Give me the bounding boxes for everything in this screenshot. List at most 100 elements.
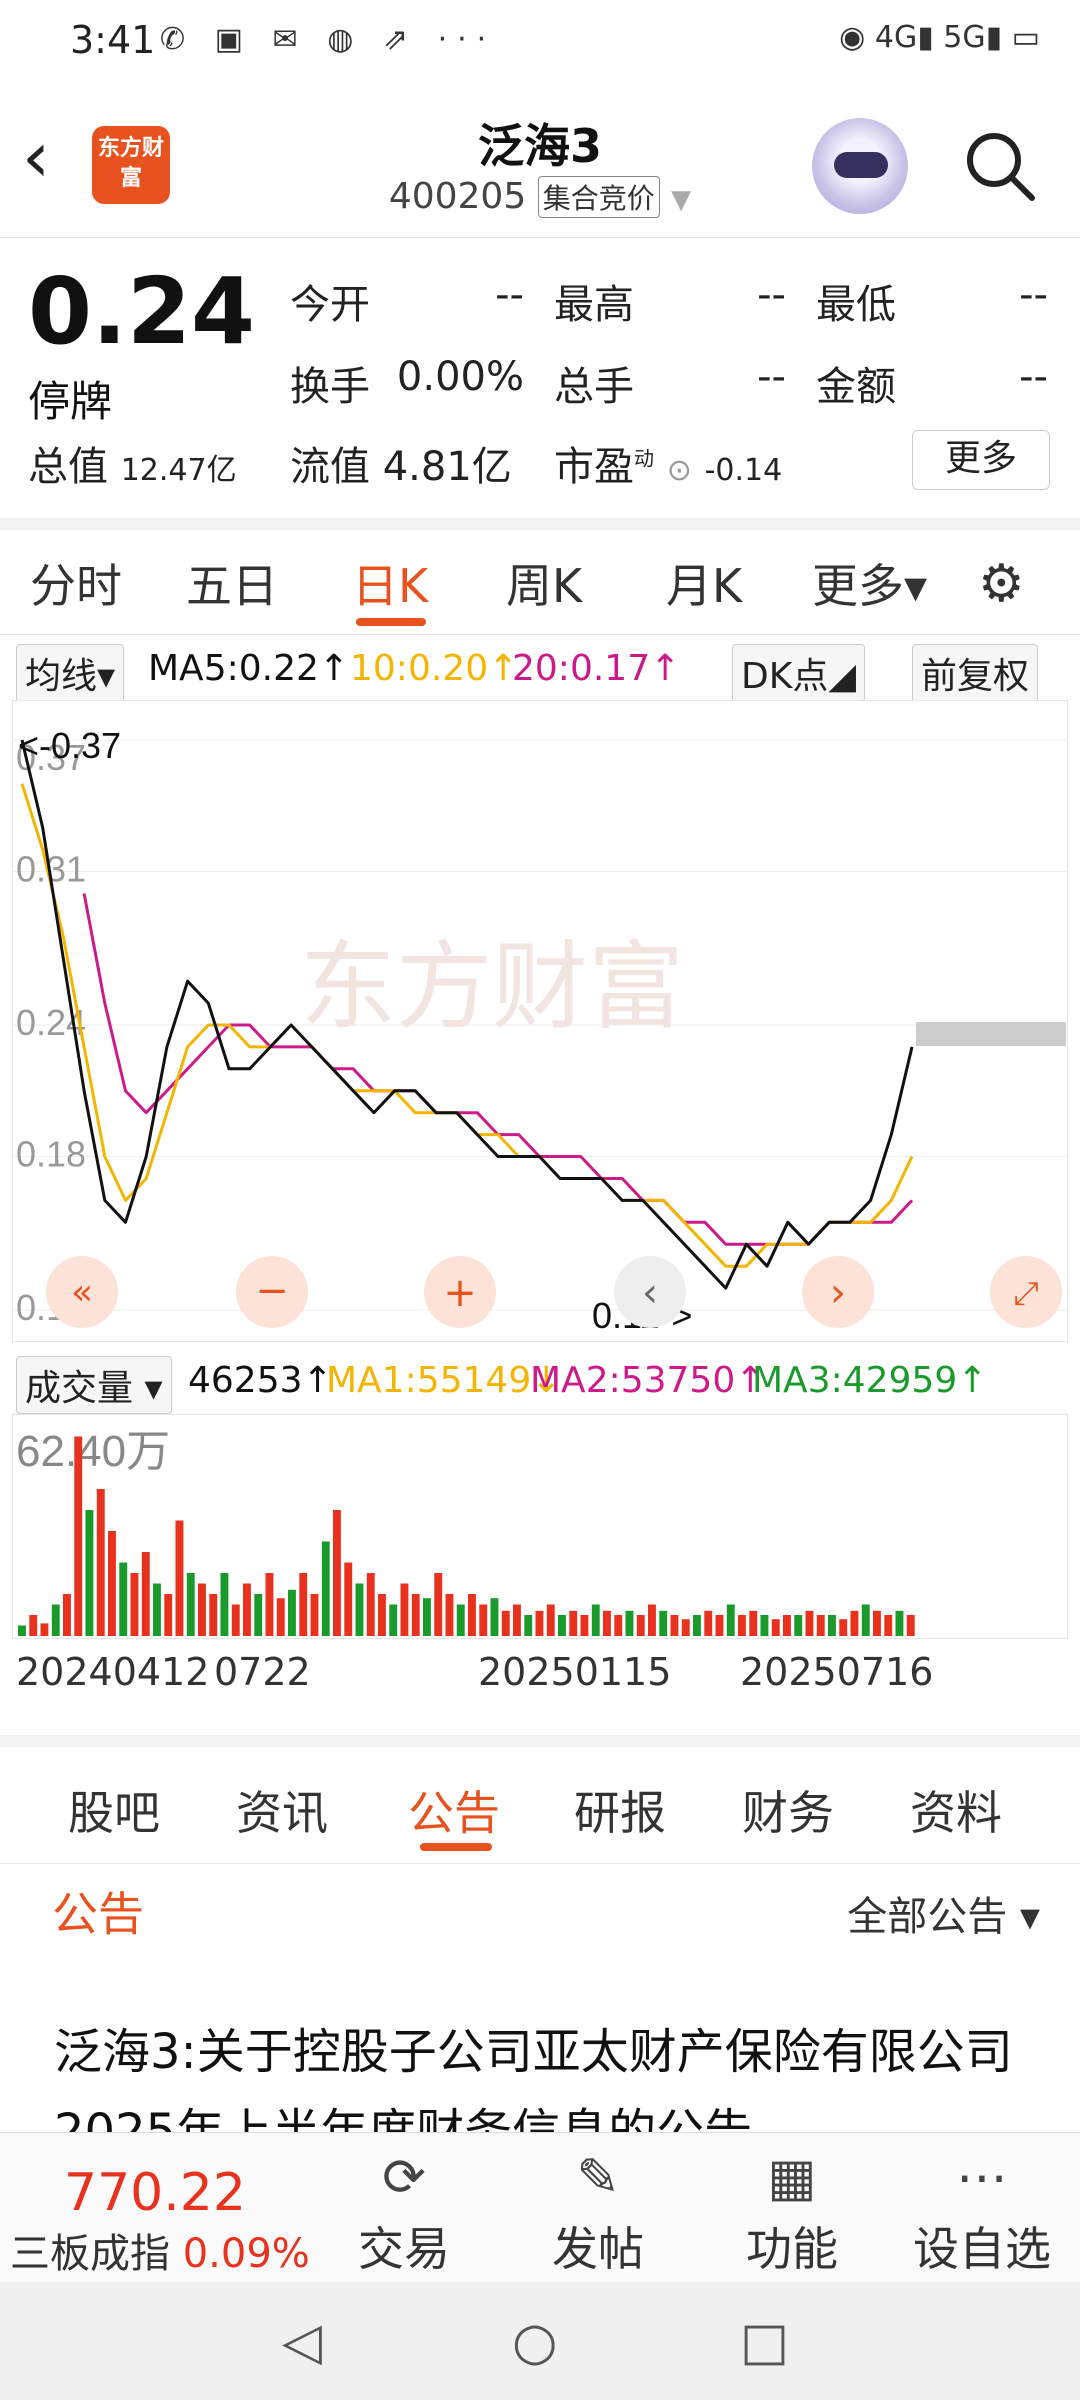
volume-bar xyxy=(805,1610,814,1636)
volume-bar xyxy=(63,1594,71,1636)
turnover-value: 0.00% xyxy=(396,354,524,400)
adjust-button[interactable]: 前复权 xyxy=(912,644,1039,702)
kline-chart[interactable]: 东方财富 0.370.310.240.180.11 <-0.37 0.11-> … xyxy=(12,700,1068,1342)
auction-tag[interactable]: 集合竞价 xyxy=(537,176,660,218)
volume-bar xyxy=(153,1583,161,1636)
tab-daily-k[interactable]: 日K xyxy=(352,550,428,616)
volume-bar xyxy=(220,1573,229,1636)
float-label: 流值 xyxy=(290,444,370,490)
ma-dropdown[interactable]: 均线▾ xyxy=(16,644,125,702)
zoom-in-button[interactable]: + xyxy=(424,1256,496,1328)
volume-bar xyxy=(906,1615,915,1636)
stock-header: ‹ 东方财富 泛海3 400205 集合竞价 ▼ xyxy=(0,92,1080,238)
volume-bar xyxy=(479,1604,488,1636)
volume-bar xyxy=(186,1573,195,1636)
pe-label: 市盈 xyxy=(554,444,634,490)
dk-point-button[interactable]: DK点◢ xyxy=(732,644,866,702)
tab-news[interactable]: 资讯 xyxy=(236,1777,328,1843)
tab-monthly-k[interactable]: 月K xyxy=(666,550,742,616)
volume-bar xyxy=(513,1604,521,1636)
index-change: 0.09% xyxy=(182,2231,310,2277)
scroll-left-button[interactable]: « xyxy=(46,1256,118,1328)
stock-code-line: 400205 集合竞价 ▼ xyxy=(0,176,1080,218)
volume-bar xyxy=(524,1615,533,1636)
volume-bar xyxy=(276,1598,285,1636)
tab-five-day[interactable]: 五日 xyxy=(186,550,278,616)
index-name: 三板成指 xyxy=(10,2231,170,2277)
prev-button[interactable]: ‹ xyxy=(614,1256,686,1328)
quote-panel: 0.24 停牌 今开 -- 最高 -- 最低 -- 换手 0.00% 总手 --… xyxy=(0,238,1080,530)
tab-announcements[interactable]: 公告 xyxy=(408,1777,500,1843)
index-line[interactable]: 三板成指 0.09% xyxy=(10,2221,310,2279)
low-label: 最低 xyxy=(816,282,896,328)
max-price-label: <-0.37 xyxy=(18,725,121,766)
trade-button[interactable]: ⟳ 交易 xyxy=(334,2143,474,2279)
trading-status: 停牌 xyxy=(28,377,113,426)
fullscreen-icon[interactable]: ⤢ xyxy=(990,1256,1062,1328)
volume-bar xyxy=(40,1623,49,1636)
volume-bar xyxy=(434,1573,443,1636)
volume-bar xyxy=(141,1552,150,1636)
announcement-filter[interactable]: 全部公告 ▾ xyxy=(847,1884,1040,1942)
volume-bar xyxy=(659,1610,668,1636)
volume-bar xyxy=(591,1604,600,1636)
volume-bar xyxy=(704,1610,713,1636)
add-watchlist-button[interactable]: ⋯ 设自选 xyxy=(912,2143,1052,2279)
bottom-toolbar: 770.22 三板成指 0.09% ⟳ 交易 ✎ 发帖 ▦ 功能 ⋯ 设自选 xyxy=(0,2132,1080,2283)
high-label: 最高 xyxy=(554,282,634,328)
index-value[interactable]: 770.22 xyxy=(64,2163,246,2223)
zoom-out-button[interactable]: − xyxy=(236,1256,308,1328)
tab-weekly-k[interactable]: 周K xyxy=(506,550,582,616)
volume-bar xyxy=(546,1604,555,1636)
post-button[interactable]: ✎ 发帖 xyxy=(528,2143,668,2279)
grid-icon: ▦ xyxy=(767,2148,817,2208)
vol-ma1: MA1:55149↓ xyxy=(326,1360,562,1401)
mcap-value: 12.47亿 xyxy=(120,453,237,488)
y-tick-label: 0.18 xyxy=(16,1134,86,1175)
volume-value: -- xyxy=(757,354,786,400)
nav-home-icon[interactable]: ○ xyxy=(512,2312,557,2372)
tab-forum[interactable]: 股吧 xyxy=(68,1777,160,1843)
volume-bar xyxy=(423,1598,431,1636)
date-tick: 20250115 xyxy=(478,1650,672,1694)
volume-bar xyxy=(119,1562,128,1636)
volume-dropdown[interactable]: 成交量 ▾ xyxy=(16,1356,172,1414)
tab-finance[interactable]: 财务 xyxy=(742,1777,834,1843)
more-dots-icon: ⋯ xyxy=(956,2148,1008,2208)
float-cap: 流值 4.81亿 xyxy=(290,434,512,492)
status-time: 3:41 xyxy=(70,18,156,62)
volume-bar xyxy=(693,1615,701,1636)
volume-bar xyxy=(603,1610,611,1636)
functions-label: 功能 xyxy=(746,2222,838,2276)
settings-gear-icon[interactable]: ⚙ xyxy=(978,554,1025,614)
search-icon[interactable] xyxy=(960,126,1040,206)
functions-button[interactable]: ▦ 功能 xyxy=(722,2143,862,2279)
svg-text:‹: ‹ xyxy=(642,1270,658,1316)
volume-bar xyxy=(839,1619,848,1636)
more-button[interactable]: 更多 xyxy=(912,430,1050,490)
volume-dropdown-label: 成交量 xyxy=(25,1368,134,1409)
info-icon[interactable]: ⊙ xyxy=(667,453,692,488)
volume-bar xyxy=(884,1615,893,1636)
dk-label: DK点 xyxy=(741,656,829,697)
volume-bar xyxy=(366,1573,375,1636)
next-button[interactable]: › xyxy=(802,1256,874,1328)
volume-chart[interactable]: 62.40万 xyxy=(12,1414,1068,1639)
volume-bar xyxy=(468,1594,476,1636)
volume-bar xyxy=(209,1594,218,1636)
tab-research[interactable]: 研报 xyxy=(574,1777,666,1843)
volume-bar xyxy=(254,1594,263,1636)
nav-recent-icon[interactable]: □ xyxy=(740,2312,789,2372)
tab-profile[interactable]: 资料 xyxy=(910,1777,1002,1843)
tab-intraday[interactable]: 分时 xyxy=(30,550,122,616)
dropdown-icon[interactable]: ▼ xyxy=(671,185,691,215)
volume-bar xyxy=(400,1583,409,1636)
nav-back-icon[interactable]: ◁ xyxy=(282,2312,322,2372)
svg-text:+: + xyxy=(443,1270,477,1316)
vol-ma3: MA3:42959↑ xyxy=(752,1360,988,1401)
volume-bar xyxy=(794,1615,803,1636)
tab-more[interactable]: 更多▾ xyxy=(812,550,927,616)
volume-bar xyxy=(614,1615,623,1636)
volume-bar xyxy=(378,1594,386,1636)
assistant-robot-icon[interactable] xyxy=(812,118,908,214)
